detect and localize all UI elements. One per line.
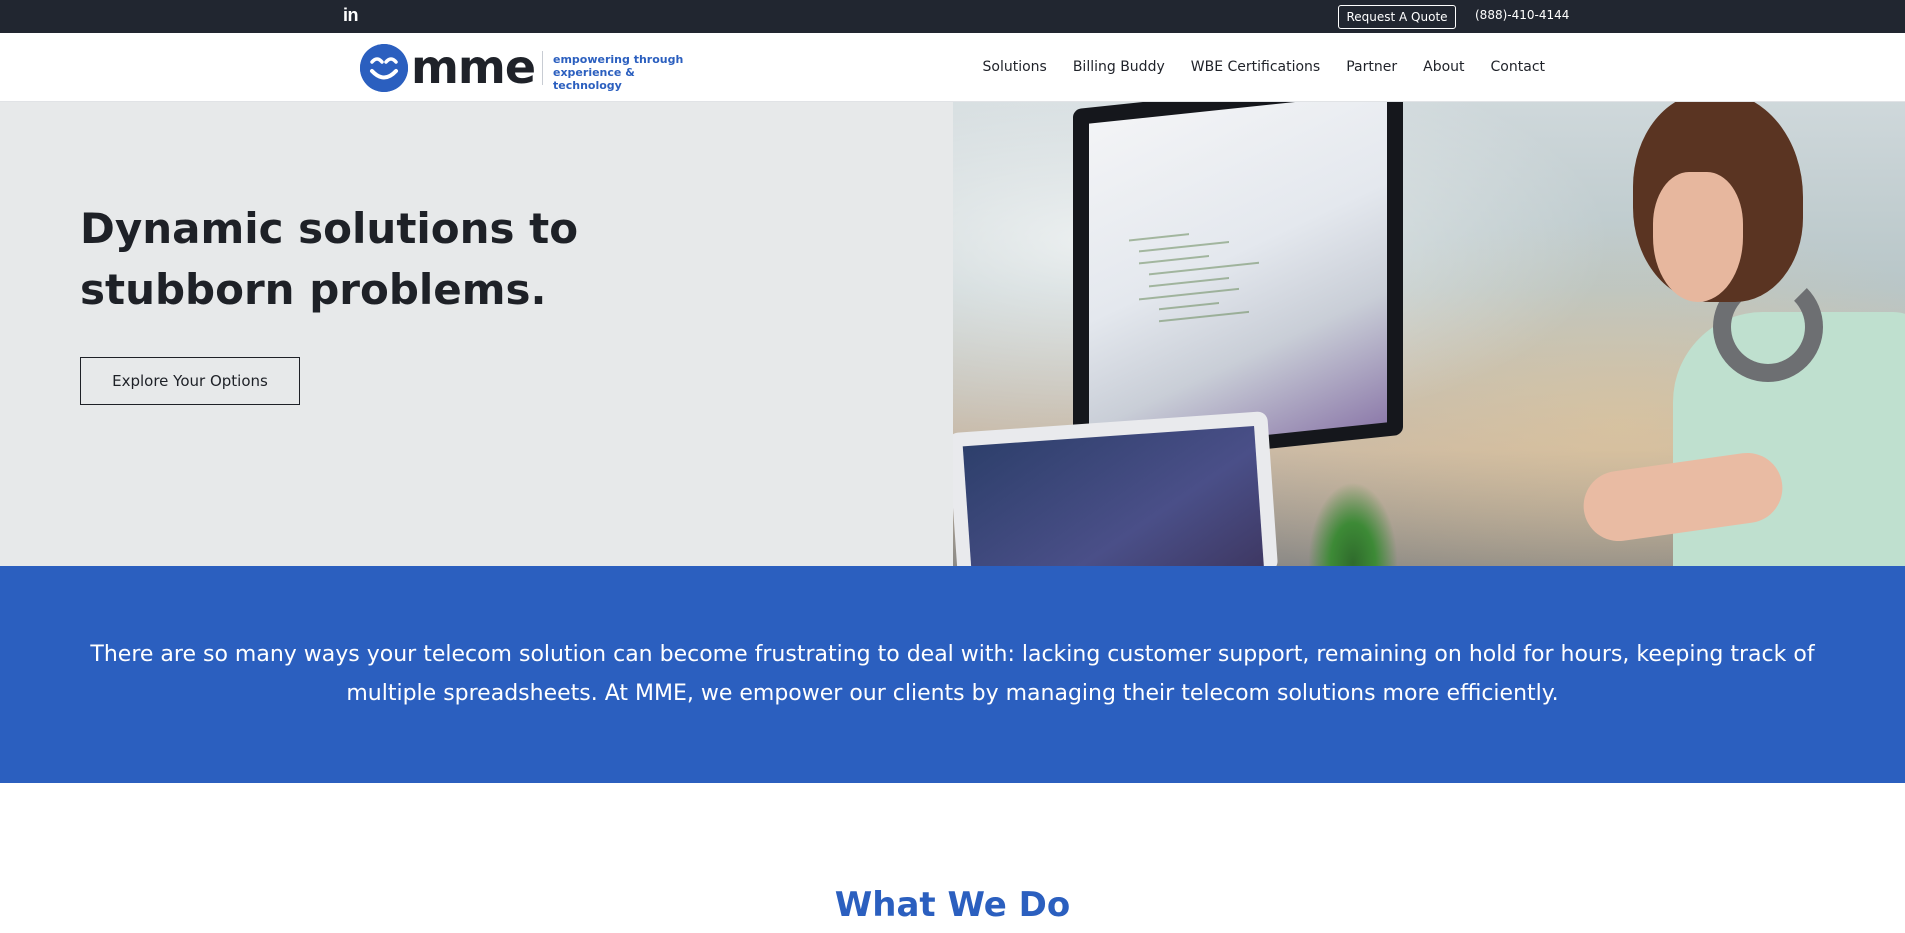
- nav-partner[interactable]: Partner: [1346, 59, 1397, 75]
- nav-solutions[interactable]: Solutions: [983, 59, 1047, 75]
- smiley-logo-icon: [360, 44, 408, 92]
- site-header: mme empowering through experience & tech…: [0, 33, 1905, 102]
- request-quote-button[interactable]: Request A Quote: [1338, 5, 1456, 29]
- laptop-graphic: [953, 411, 1279, 566]
- linkedin-icon[interactable]: in: [343, 5, 363, 25]
- laptop-screen: [962, 425, 1265, 566]
- tagline-line-2: experience & technology: [553, 66, 635, 92]
- logo-tagline: empowering through experience & technolo…: [553, 53, 690, 92]
- nav-about[interactable]: About: [1423, 59, 1464, 75]
- mme-logo[interactable]: mme empowering through experience & tech…: [360, 40, 690, 94]
- logo-divider: [542, 51, 543, 85]
- nav-contact[interactable]: Contact: [1491, 59, 1545, 75]
- intro-text: There are so many ways your telecom solu…: [90, 642, 1815, 706]
- woman-face: [1653, 172, 1743, 302]
- hero-text-panel: Dynamic solutions to stubborn problems. …: [0, 102, 953, 566]
- explore-options-button[interactable]: Explore Your Options: [80, 357, 300, 405]
- what-we-do-section: What We Do: [0, 783, 1905, 933]
- hero-section: Dynamic solutions to stubborn problems. …: [0, 102, 1905, 566]
- phone-link[interactable]: (888)-410-4144: [1475, 7, 1569, 23]
- main-nav: Solutions Billing Buddy WBE Certificatio…: [983, 33, 1546, 101]
- monitor-screen: [1089, 102, 1387, 454]
- woman-graphic: [1579, 102, 1905, 566]
- what-we-do-title: What We Do: [834, 885, 1071, 925]
- hero-photo: [953, 102, 1905, 566]
- hero-title: Dynamic solutions to stubborn problems.: [80, 204, 579, 314]
- tagline-line-1: empowering through: [553, 53, 684, 66]
- nav-wbe-certifications[interactable]: WBE Certifications: [1191, 59, 1320, 75]
- intro-band: There are so many ways your telecom solu…: [0, 566, 1905, 783]
- plant-graphic: [1308, 482, 1398, 566]
- logo-wordmark: mme: [411, 40, 536, 94]
- top-bar: in Request A Quote (888)-410-4144: [0, 0, 1905, 33]
- nav-billing-buddy[interactable]: Billing Buddy: [1073, 59, 1165, 75]
